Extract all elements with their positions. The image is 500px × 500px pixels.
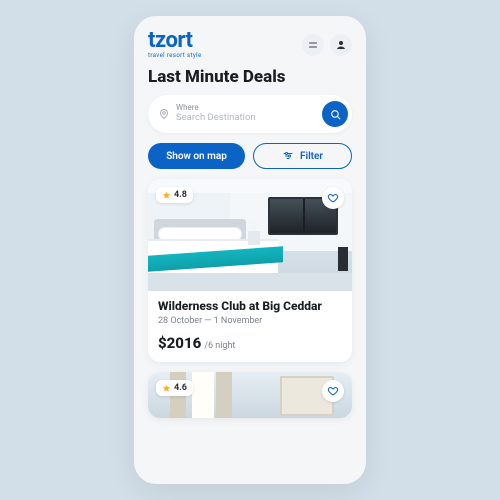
listing-photo: 4.8 [148, 179, 352, 291]
listing-body: Wilderness Club at Big Ceddar 28 October… [148, 291, 352, 362]
search-submit-button[interactable] [322, 101, 348, 127]
brand-tagline: travel resort style [148, 53, 202, 59]
filter-label: Filter [300, 151, 323, 162]
brand-name: tzort [148, 30, 202, 52]
search-placeholder: Search Destination [176, 113, 316, 123]
menu-button[interactable] [302, 34, 324, 56]
listing-card[interactable]: 4.6 [148, 372, 352, 418]
listing-dates: 28 October — 1 November [158, 316, 342, 326]
rating-value: 4.6 [174, 383, 187, 393]
rating-value: 4.8 [174, 190, 187, 200]
top-actions [302, 34, 352, 56]
heart-icon [327, 192, 339, 204]
rating-badge: 4.6 [156, 380, 193, 396]
listing-photo: 4.6 [148, 372, 352, 418]
app-frame: tzort travel resort style Last Minute De… [134, 16, 366, 484]
star-icon [162, 384, 171, 393]
listing-price-amount: $2016 [158, 334, 201, 352]
filter-button[interactable]: Filter [253, 143, 352, 169]
rating-badge: 4.8 [156, 187, 193, 203]
listing-price: $2016 /6 night [158, 334, 342, 352]
search-icon [329, 108, 342, 121]
listing-price-per: /6 night [204, 341, 235, 351]
controls-row: Show on map Filter [148, 143, 352, 169]
user-icon [335, 39, 347, 51]
show-on-map-label: Show on map [166, 151, 227, 162]
favorite-button[interactable] [322, 380, 344, 402]
star-icon [162, 191, 171, 200]
menu-icon [307, 39, 319, 51]
filter-icon [282, 150, 294, 162]
search-bar[interactable]: Where Search Destination [148, 95, 352, 133]
listing-card[interactable]: 4.8 Wilderness Club at Big Ceddar 28 Oct… [148, 179, 352, 362]
show-on-map-button[interactable]: Show on map [148, 143, 245, 169]
brand: tzort travel resort style [148, 30, 202, 59]
search-text: Where Search Destination [176, 104, 316, 123]
topbar: tzort travel resort style [148, 30, 352, 59]
location-pin-icon [158, 108, 170, 120]
listing-title: Wilderness Club at Big Ceddar [158, 299, 342, 314]
favorite-button[interactable] [322, 187, 344, 209]
heart-icon [327, 385, 339, 397]
page-title: Last Minute Deals [148, 67, 352, 87]
account-button[interactable] [330, 34, 352, 56]
